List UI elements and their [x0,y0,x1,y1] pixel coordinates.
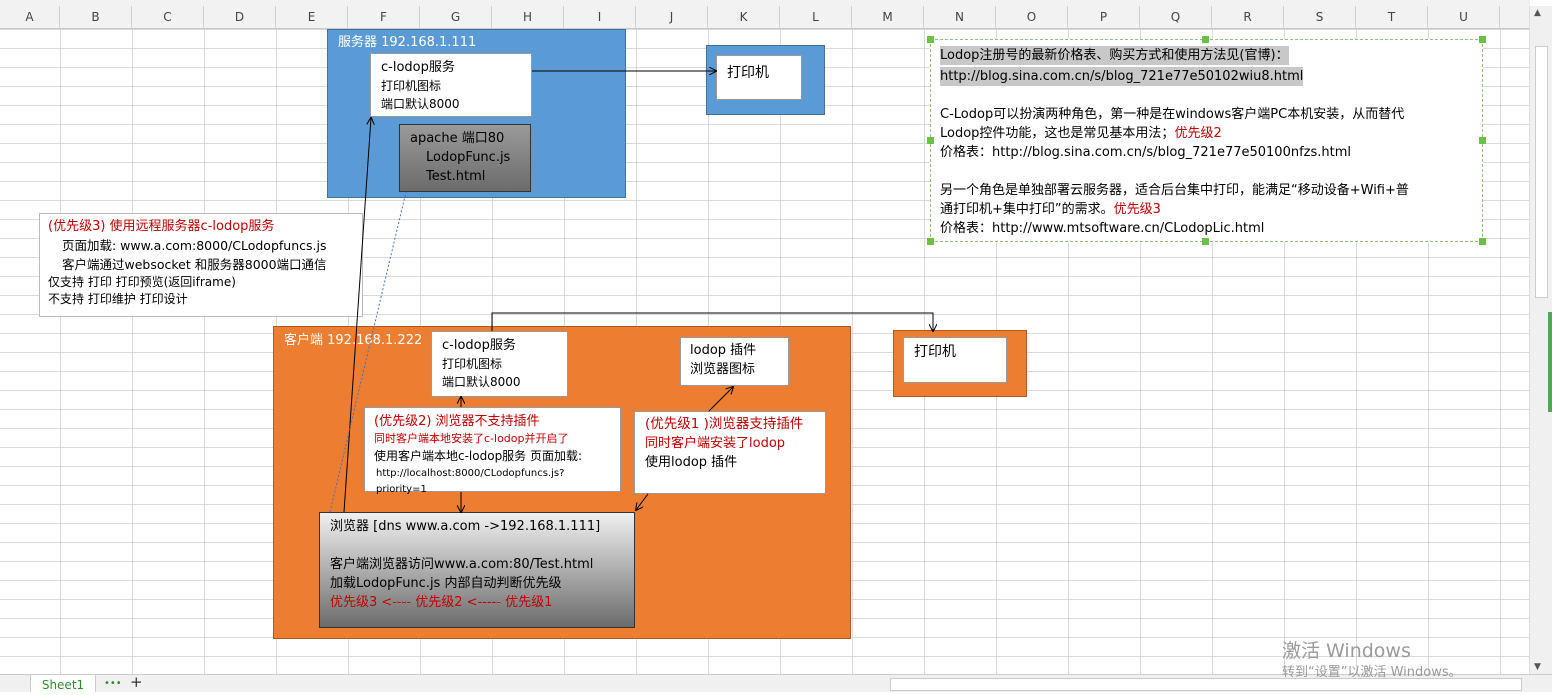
watermark-line2: 转到“设置”以激活 Windows。 [1282,665,1462,680]
arrow-client-to-printer [491,312,933,331]
scroll-down-icon[interactable]: ▼ [1534,662,1541,672]
more-sheets-icon[interactable]: ••• [104,675,122,692]
side-indicator [1548,312,1552,412]
dotted-browser-to-apache [329,191,407,513]
watermark-line1: 激活 Windows [1282,640,1411,662]
connector-lines [329,0,1530,674]
vertical-scroll-thumb[interactable] [1535,46,1548,298]
arrow-priority1-to-browser [636,493,649,510]
sheet-tab-sheet1[interactable]: Sheet1 [30,675,96,692]
arrow-browser-to-server-clodop [343,118,371,513]
scroll-up-icon[interactable]: ▲ [1534,8,1541,18]
arrow-to-plugin [708,387,733,412]
add-sheet-button[interactable]: + [130,673,143,692]
